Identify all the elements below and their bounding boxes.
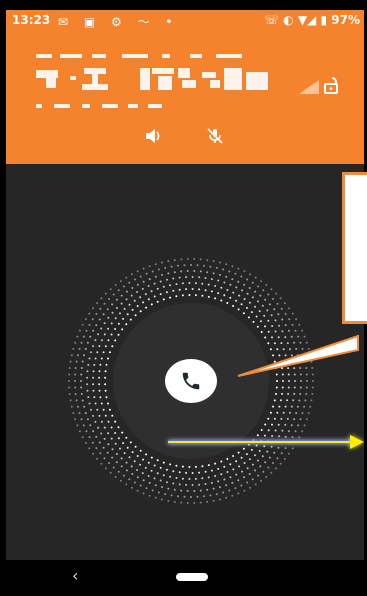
incoming-call-area xyxy=(6,164,367,560)
lock-open-icon xyxy=(324,77,338,94)
signal-weak-icon xyxy=(299,80,319,94)
navigation-bar: ‹ xyxy=(6,560,364,596)
home-pill-button[interactable] xyxy=(176,573,208,581)
mic-off-icon[interactable] xyxy=(206,127,224,145)
swipe-hint-arrow xyxy=(168,435,364,449)
notification-icons: ✉ ▣ ⚙ 〜 • xyxy=(58,15,179,29)
back-button[interactable]: ‹ xyxy=(72,566,78,585)
battery-percent: 97% xyxy=(331,13,360,27)
call-header xyxy=(6,32,364,164)
status-right: ☏ ◐ ▼◢ ▮ 97% xyxy=(264,13,360,27)
status-time: 13:23 xyxy=(12,13,51,27)
speaker-icon[interactable] xyxy=(144,128,164,144)
status-bar: 13:23 ✉ ▣ ⚙ 〜 • ☏ ◐ ▼◢ ▮ 97% xyxy=(6,10,364,32)
system-icons: ☏ ◐ ▼◢ ▮ xyxy=(264,13,328,27)
